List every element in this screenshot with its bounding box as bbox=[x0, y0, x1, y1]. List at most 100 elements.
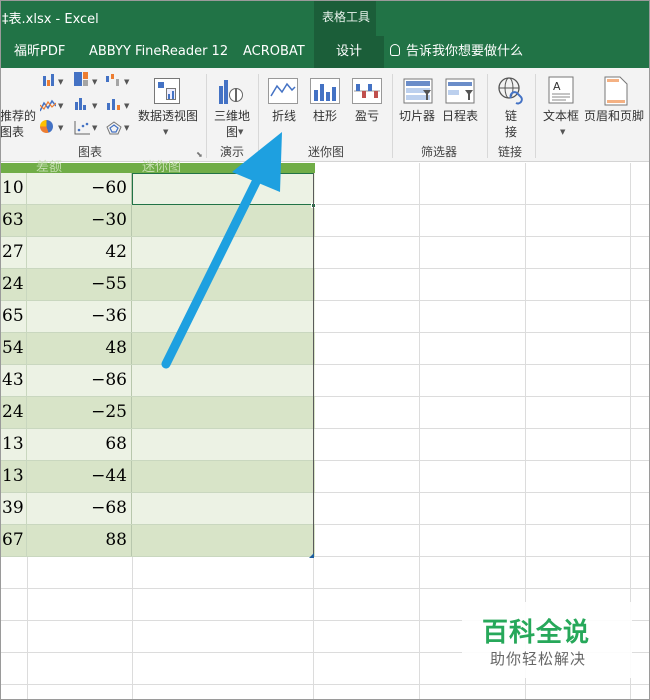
separator bbox=[535, 74, 536, 158]
combo-chart-icon[interactable] bbox=[106, 98, 120, 110]
gridline bbox=[315, 204, 650, 205]
header-footer-button[interactable]: 页眉和页脚 bbox=[584, 108, 644, 124]
table-row[interactable]: 54 48 bbox=[0, 333, 315, 365]
3d-map-button[interactable]: 三维地 图 bbox=[212, 108, 252, 140]
gridline bbox=[315, 332, 650, 333]
table-row[interactable]: 67 88 bbox=[0, 525, 315, 557]
cell-diff[interactable]: −25 bbox=[27, 397, 132, 428]
cell-col-a[interactable]: 24 bbox=[0, 397, 27, 428]
tab-abbyy[interactable]: ABBYY FineReader 12 bbox=[89, 36, 228, 68]
cell-diff[interactable]: −60 bbox=[27, 173, 132, 204]
cell-diff[interactable]: 68 bbox=[27, 429, 132, 460]
header-footer-icon[interactable] bbox=[604, 76, 628, 106]
timeline-icon[interactable] bbox=[445, 78, 475, 104]
cell-sparkline[interactable] bbox=[132, 493, 313, 524]
cell-col-a[interactable]: 13 bbox=[0, 429, 27, 460]
slicer-button[interactable]: 切片器 bbox=[399, 108, 435, 124]
pie-chart-icon[interactable] bbox=[40, 120, 54, 133]
sparkline-line-button[interactable]: 折线 bbox=[272, 108, 296, 124]
gridline bbox=[315, 396, 650, 397]
tab-acrobat[interactable]: ACROBAT bbox=[243, 36, 305, 68]
dialog-launcher-icon[interactable]: ⬊ bbox=[196, 150, 203, 159]
cell-sparkline[interactable] bbox=[132, 429, 313, 460]
line-chart-icon[interactable] bbox=[39, 98, 57, 112]
cell-sparkline[interactable] bbox=[132, 269, 313, 300]
pivot-chart-button[interactable]: 数据透视图 bbox=[138, 108, 198, 124]
table-resize-handle[interactable] bbox=[309, 553, 314, 558]
waterfall-chart-icon[interactable] bbox=[106, 74, 120, 86]
column-chart-icon[interactable] bbox=[42, 74, 56, 86]
cell-diff[interactable]: −44 bbox=[27, 461, 132, 492]
cell-sparkline[interactable] bbox=[132, 301, 313, 332]
cell-sparkline[interactable] bbox=[132, 237, 313, 268]
table-row[interactable]: 63 −30 bbox=[0, 205, 315, 237]
radar-chart-icon[interactable] bbox=[106, 120, 122, 135]
sparkline-column-button[interactable]: 柱形 bbox=[313, 108, 337, 124]
cell-col-a[interactable]: 10 bbox=[0, 173, 27, 204]
3d-map-icon[interactable] bbox=[217, 76, 247, 106]
separator bbox=[392, 74, 393, 158]
link-button[interactable]: 链 接 bbox=[504, 108, 518, 140]
recommended-chart-label[interactable]: 推荐的 图表 bbox=[0, 108, 38, 140]
gridline bbox=[132, 557, 133, 700]
cell-col-a[interactable]: 24 bbox=[0, 269, 27, 300]
pivot-chart-icon[interactable] bbox=[150, 76, 184, 106]
cell-diff[interactable]: 88 bbox=[27, 525, 132, 556]
sparkline-column-icon[interactable] bbox=[310, 78, 340, 104]
cell-diff[interactable]: −68 bbox=[27, 493, 132, 524]
link-icon[interactable] bbox=[497, 76, 525, 106]
textbox-button[interactable]: 文本框 bbox=[543, 108, 579, 124]
cell-diff[interactable]: −30 bbox=[27, 205, 132, 236]
cell-diff[interactable]: −86 bbox=[27, 365, 132, 396]
table-row[interactable]: 27 42 bbox=[0, 237, 315, 269]
cell-diff[interactable]: 42 bbox=[27, 237, 132, 268]
cell-diff[interactable]: −36 bbox=[27, 301, 132, 332]
cell-col-a[interactable]: 39 bbox=[0, 493, 27, 524]
tab-design[interactable]: 设计 bbox=[314, 36, 385, 68]
table-row[interactable]: 13 −44 bbox=[0, 461, 315, 493]
tab-foxit-pdf[interactable]: 福昕PDF bbox=[14, 36, 65, 68]
selected-cell[interactable] bbox=[132, 173, 314, 205]
gridline bbox=[315, 236, 650, 237]
sparkline-winloss-icon[interactable] bbox=[352, 78, 382, 104]
cell-sparkline[interactable] bbox=[132, 333, 313, 364]
hierarchy-chart-icon[interactable] bbox=[74, 72, 88, 86]
gridline bbox=[315, 428, 650, 429]
svg-text:A: A bbox=[553, 80, 561, 93]
table-row[interactable]: 65 −36 bbox=[0, 301, 315, 333]
cell-col-a[interactable]: 13 bbox=[0, 461, 27, 492]
cell-sparkline[interactable] bbox=[132, 365, 313, 396]
lightbulb-icon bbox=[390, 44, 400, 56]
cell-col-a[interactable]: 54 bbox=[0, 333, 27, 364]
tell-me-box[interactable]: 告诉我你想要做什么 bbox=[390, 36, 523, 68]
textbox-icon[interactable]: A bbox=[548, 76, 574, 104]
timeline-button[interactable]: 日程表 bbox=[442, 108, 478, 124]
table-header-row[interactable]: 差额 迷你图 bbox=[0, 160, 315, 175]
gridline bbox=[315, 460, 650, 461]
cell-col-a[interactable]: 43 bbox=[0, 365, 27, 396]
cell-col-a[interactable]: 63 bbox=[0, 205, 27, 236]
table-row[interactable]: 24 −55 bbox=[0, 269, 315, 301]
cell-diff[interactable]: 48 bbox=[27, 333, 132, 364]
cell-col-a[interactable]: 27 bbox=[0, 237, 27, 268]
cell-sparkline[interactable] bbox=[132, 205, 313, 236]
watermark-title: 百科全说 bbox=[482, 618, 591, 648]
group-links-label: 链接 bbox=[498, 145, 523, 159]
stat-chart-icon[interactable] bbox=[74, 98, 88, 110]
cell-diff[interactable]: −55 bbox=[27, 269, 132, 300]
sparkline-winloss-button[interactable]: 盈亏 bbox=[355, 108, 379, 124]
separator bbox=[258, 74, 259, 158]
cell-sparkline[interactable] bbox=[132, 397, 313, 428]
slicer-icon[interactable] bbox=[403, 78, 433, 104]
cell-col-a[interactable]: 65 bbox=[0, 301, 27, 332]
scatter-chart-icon[interactable] bbox=[74, 120, 90, 135]
table-row[interactable]: 13 68 bbox=[0, 429, 315, 461]
cell-col-a[interactable]: 67 bbox=[0, 525, 27, 556]
table-row[interactable]: 24 −25 bbox=[0, 397, 315, 429]
sparkline-line-icon[interactable] bbox=[268, 78, 298, 104]
cell-sparkline[interactable] bbox=[132, 525, 313, 556]
table-row[interactable]: 39 −68 bbox=[0, 493, 315, 525]
cell-sparkline[interactable] bbox=[132, 461, 313, 492]
table-row[interactable]: 43 −86 bbox=[0, 365, 315, 397]
watermark-subtitle: 助你轻松解决 bbox=[490, 650, 587, 668]
